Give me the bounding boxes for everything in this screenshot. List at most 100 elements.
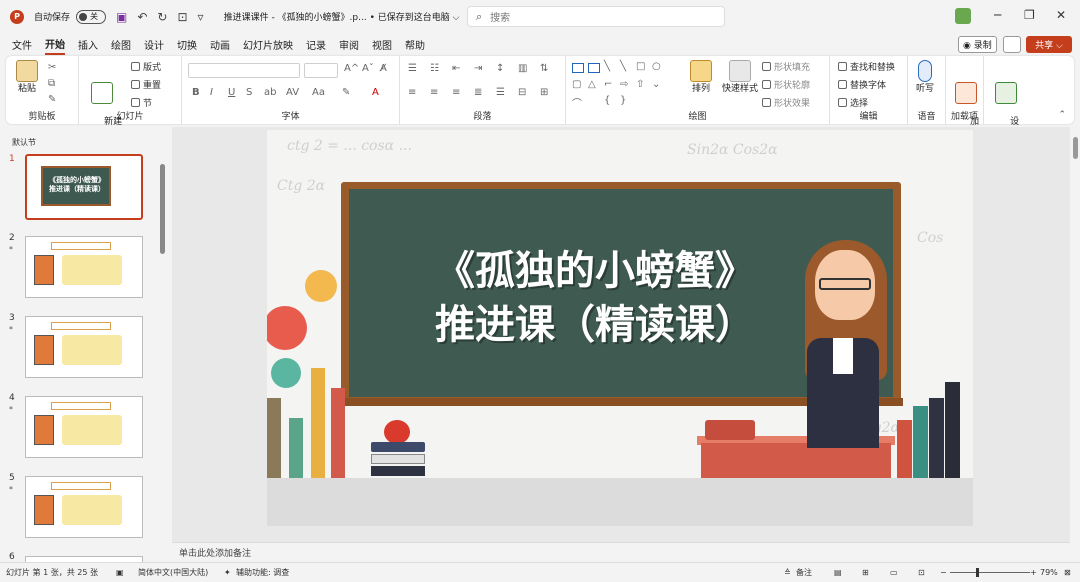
brace-right-shape-icon[interactable]: } (620, 95, 626, 106)
line-spacing-icon[interactable]: ↕ (496, 63, 504, 74)
brace-left-shape-icon[interactable]: { (604, 95, 610, 106)
clear-format-icon[interactable]: A̸ (380, 63, 387, 74)
share-button[interactable]: 共享 ⌵ (1026, 36, 1072, 53)
zoom-in-icon[interactable]: + (1030, 568, 1037, 577)
triangle-shape-icon[interactable]: △ (588, 79, 596, 90)
comments-button[interactable] (1003, 36, 1021, 53)
dictate-button[interactable]: 听写 (916, 60, 934, 95)
zoom-out-icon[interactable]: − (940, 568, 947, 577)
notes-toggle[interactable]: 备注 (796, 567, 812, 578)
tab-animations[interactable]: 动画 (210, 35, 230, 54)
italic-icon[interactable]: I (210, 87, 213, 98)
shrink-font-icon[interactable]: Aˇ (362, 63, 374, 74)
undo-icon[interactable]: ↶ (137, 10, 147, 24)
tab-transitions[interactable]: 切换 (177, 35, 197, 54)
arrow-up-shape-icon[interactable]: ⇧ (636, 79, 644, 90)
columns-icon[interactable]: ▥ (518, 63, 527, 74)
accessibility-status[interactable]: 辅助功能: 调查 (236, 567, 289, 578)
font-size-combo[interactable] (304, 63, 338, 78)
strikethrough-icon[interactable]: S (246, 87, 252, 98)
quick-styles-button[interactable]: 快速样式 (722, 60, 758, 95)
slide-title[interactable]: 《孤独的小螃蟹》 推进课（精读课） (405, 244, 785, 352)
tab-home[interactable]: 开始 (45, 34, 65, 55)
align-right-icon[interactable]: ≡ (452, 87, 460, 98)
slide-thumbnail-2[interactable] (25, 236, 143, 298)
tab-draw[interactable]: 绘图 (111, 35, 131, 54)
save-icon[interactable]: ▣ (116, 10, 127, 24)
textbox-shape-icon[interactable] (572, 63, 584, 73)
record-button[interactable]: ◉ 录制 (958, 36, 997, 53)
paste-button[interactable]: 粘贴 (16, 60, 38, 95)
notes-pane[interactable]: 单击此处添加备注 (172, 542, 1070, 562)
line-shape-icon[interactable]: ╲ (604, 61, 610, 72)
section-name[interactable]: 默认节 (12, 137, 36, 148)
reading-view-icon[interactable]: ▭ (890, 568, 898, 577)
underline-icon[interactable]: U (228, 87, 235, 98)
slide-sorter-icon[interactable]: ⊞ (862, 568, 869, 577)
char-spacing-2-icon[interactable]: AV (286, 87, 299, 98)
rounded-rect-shape-icon[interactable]: ▢ (572, 79, 581, 90)
arrow-shape-icon[interactable]: ⇨ (620, 79, 628, 90)
justify-icon[interactable]: ≣ (474, 87, 482, 98)
align-center-icon[interactable]: ≡ (430, 87, 438, 98)
bold-icon[interactable]: B (192, 87, 200, 98)
zoom-slider[interactable] (950, 572, 1030, 573)
shape-fill-button[interactable]: 形状填充 (762, 60, 810, 73)
autosave-toggle[interactable]: 关 (76, 9, 107, 24)
customize-toolbar-icon[interactable]: ▿ (198, 10, 204, 24)
minimize-icon[interactable]: ─ (994, 8, 1001, 22)
account-avatar[interactable] (955, 8, 971, 24)
collapse-ribbon-icon[interactable]: ⌃ (1058, 110, 1066, 120)
line2-shape-icon[interactable]: ╲ (620, 61, 626, 72)
vertical-textbox-shape-icon[interactable] (588, 63, 600, 73)
tab-review[interactable]: 审阅 (339, 35, 359, 54)
tab-design[interactable]: 设计 (144, 35, 164, 54)
char-spacing-icon[interactable]: ab (264, 87, 276, 98)
tab-file[interactable]: 文件 (12, 35, 32, 54)
language-indicator[interactable]: 简体中文(中国大陆) (138, 567, 208, 578)
present-icon[interactable]: ⊡ (177, 10, 187, 24)
slideshow-icon[interactable]: ⊡ (918, 568, 925, 577)
tab-slideshow[interactable]: 幻灯片放映 (243, 35, 293, 54)
font-color-icon[interactable]: A (372, 87, 379, 98)
increase-indent-icon[interactable]: ⇥ (474, 63, 482, 74)
decrease-indent-icon[interactable]: ⇤ (452, 63, 460, 74)
more-shapes-icon[interactable]: ⌄ (652, 79, 660, 90)
thumbnails-scrollbar[interactable] (160, 164, 165, 254)
numbering-icon[interactable]: ☷ (430, 63, 439, 74)
document-title[interactable]: 推进课课件 - 《孤独的小螃蟹》.p... • 已保存到这台电脑 ⌵ (224, 10, 460, 23)
rect-shape-icon[interactable]: □ (636, 61, 645, 72)
oval-shape-icon[interactable]: ○ (652, 61, 661, 72)
select-button[interactable]: 选择 (838, 96, 868, 109)
zoom-slider-knob[interactable] (976, 568, 979, 577)
shape-outline-button[interactable]: 形状轮廓 (762, 78, 810, 91)
format-painter-icon[interactable]: ✎ (48, 94, 56, 105)
shape-effects-button[interactable]: 形状效果 (762, 96, 810, 109)
normal-view-icon[interactable]: ▤ (834, 568, 842, 577)
change-case-icon[interactable]: Aa (312, 87, 325, 98)
tab-insert[interactable]: 插入 (78, 35, 98, 54)
restore-icon[interactable]: ❐ (1024, 8, 1035, 22)
search-input[interactable]: ⌕ 搜索 (467, 6, 725, 27)
font-name-combo[interactable] (188, 63, 300, 78)
slide-scrollbar[interactable] (1071, 127, 1080, 542)
redo-icon[interactable]: ↻ (157, 10, 167, 24)
connector-shape-icon[interactable]: ⌐ (604, 79, 612, 90)
align-text-icon[interactable]: ⊟ (518, 87, 526, 98)
zoom-level[interactable]: 79% (1040, 568, 1058, 577)
tab-record[interactable]: 记录 (306, 35, 326, 54)
reset-button[interactable]: 重置 (131, 78, 161, 91)
text-direction-icon[interactable]: ⇅ (540, 63, 548, 74)
distribute-icon[interactable]: ☰ (496, 87, 505, 98)
tab-help[interactable]: 帮助 (405, 35, 425, 54)
bullets-icon[interactable]: ☰ (408, 63, 417, 74)
slide-thumbnail-5[interactable] (25, 476, 143, 538)
align-left-icon[interactable]: ≡ (408, 87, 416, 98)
cut-icon[interactable]: ✂ (48, 62, 56, 73)
find-replace-button[interactable]: 查找和替换 (838, 60, 895, 73)
spell-check-icon[interactable]: ▣ (116, 568, 124, 577)
section-button[interactable]: 节 (131, 96, 152, 109)
slide-scroll-thumb[interactable] (1073, 137, 1078, 159)
slide-thumbnail-3[interactable] (25, 316, 143, 378)
copy-icon[interactable]: ⧉ (48, 78, 55, 89)
